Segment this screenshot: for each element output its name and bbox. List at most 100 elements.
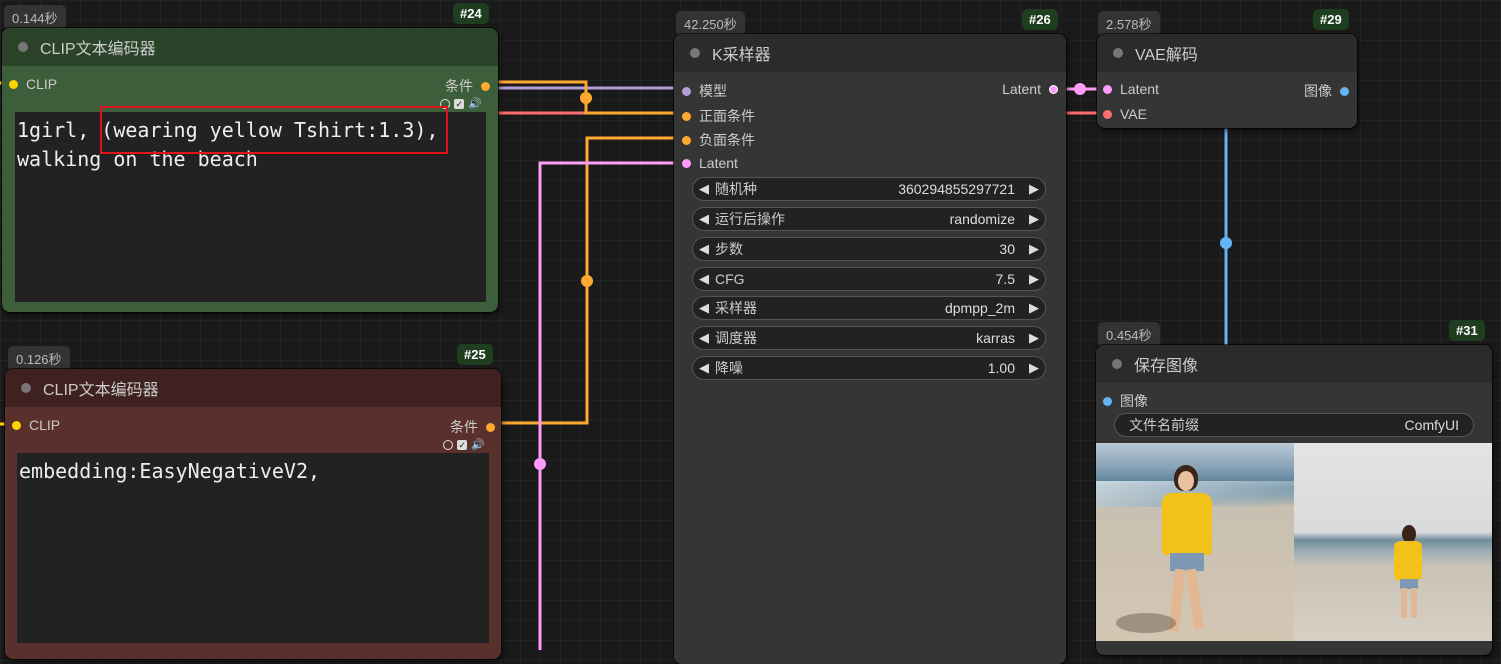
node25-output-conditioning[interactable]: 条件	[450, 417, 495, 437]
circle-icon[interactable]	[443, 439, 454, 450]
node29-id-badge: #29	[1313, 9, 1349, 30]
node25-output-label: 条件	[450, 419, 478, 435]
collapse-dot-icon[interactable]	[690, 48, 700, 58]
widget-steps[interactable]: ◀ 步数 30 ▶	[692, 237, 1046, 261]
node31-time-badge: 0.454秒	[1098, 322, 1160, 347]
output-image-preview-1[interactable]	[1096, 443, 1294, 641]
node29-input-vae[interactable]: VAE	[1103, 106, 1147, 122]
increment-arrow-icon[interactable]: ▶	[1023, 271, 1045, 287]
clip-slot-dot-icon[interactable]	[9, 79, 18, 89]
node-ksampler[interactable]: K采样器 模型 正面条件 负面条件 Latent Latent ◀ 随机种 36…	[674, 34, 1066, 664]
increment-arrow-icon[interactable]: ▶	[1023, 330, 1045, 346]
node31-input-label: 图像	[1120, 393, 1148, 409]
node29-output-image[interactable]: 图像	[1304, 81, 1349, 101]
figure-shirt	[1394, 541, 1422, 581]
decrement-arrow-icon[interactable]: ◀	[693, 330, 715, 346]
node24-output-label: 条件	[445, 78, 473, 94]
widget-scheduler[interactable]: ◀ 调度器 karras ▶	[692, 326, 1046, 350]
widget-control-after-generate[interactable]: ◀ 运行后操作 randomize ▶	[692, 207, 1046, 231]
node24-header[interactable]: CLIP文本编码器	[2, 28, 498, 66]
node-clip-text-encode-positive[interactable]: CLIP文本编码器 CLIP 条件 ✓ 🔊 1girl, (wearing ye…	[2, 28, 498, 312]
figure-shadow	[1116, 613, 1176, 633]
widget-value[interactable]: 7.5	[996, 271, 1015, 287]
node24-output-conditioning[interactable]: 条件	[445, 76, 490, 96]
node26-input-label: Latent	[699, 155, 738, 171]
widget-label: 调度器	[715, 330, 757, 346]
latent-slot-dot-icon[interactable]	[682, 158, 691, 168]
node-clip-text-encode-negative[interactable]: CLIP文本编码器 CLIP 条件 ✓ 🔊 embedding:EasyNega…	[5, 369, 501, 659]
speaker-icon[interactable]: 🔊	[471, 438, 485, 451]
widget-sampler[interactable]: ◀ 采样器 dpmpp_2m ▶	[692, 296, 1046, 320]
widget-label: 步数	[715, 241, 743, 257]
decrement-arrow-icon[interactable]: ◀	[693, 211, 715, 227]
checkbox-icon[interactable]: ✓	[457, 439, 468, 450]
checkbox-icon[interactable]: ✓	[454, 98, 465, 109]
decrement-arrow-icon[interactable]: ◀	[693, 241, 715, 257]
collapse-dot-icon[interactable]	[1112, 359, 1122, 369]
node29-input-latent[interactable]: Latent	[1103, 81, 1159, 97]
node26-input-negative[interactable]: 负面条件	[682, 130, 755, 150]
wire-reroute-dot	[534, 458, 546, 470]
conditioning-slot-dot-icon[interactable]	[682, 135, 691, 145]
vae-slot-dot-icon[interactable]	[1103, 109, 1112, 119]
node25-input-clip[interactable]: CLIP	[12, 417, 60, 433]
conditioning-slot-dot-icon[interactable]	[682, 111, 691, 121]
node-save-image[interactable]: 保存图像 图像 文件名前缀 ComfyUI	[1096, 345, 1492, 655]
node26-header[interactable]: K采样器	[674, 34, 1066, 72]
widget-value[interactable]: 360294855297721	[898, 181, 1015, 197]
increment-arrow-icon[interactable]: ▶	[1023, 181, 1045, 197]
node25-id-badge: #25	[457, 344, 493, 365]
wire-positive	[490, 80, 682, 115]
decrement-arrow-icon[interactable]: ◀	[693, 181, 715, 197]
node26-time-badge: 42.250秒	[676, 11, 745, 36]
decrement-arrow-icon[interactable]: ◀	[693, 271, 715, 287]
increment-arrow-icon[interactable]: ▶	[1023, 211, 1045, 227]
collapse-dot-icon[interactable]	[21, 383, 31, 393]
node31-input-image[interactable]: 图像	[1103, 391, 1148, 411]
widget-filename-prefix[interactable]: 文件名前缀 ComfyUI	[1114, 413, 1474, 437]
decrement-arrow-icon[interactable]: ◀	[693, 360, 715, 376]
node26-output-latent[interactable]: Latent	[1002, 81, 1058, 97]
node25-input-label: CLIP	[29, 417, 61, 433]
collapse-dot-icon[interactable]	[1113, 48, 1123, 58]
latent-slot-dot-icon[interactable]	[1049, 84, 1058, 94]
conditioning-slot-dot-icon[interactable]	[481, 81, 490, 91]
widget-value[interactable]: karras	[976, 330, 1015, 346]
latent-slot-dot-icon[interactable]	[1103, 84, 1112, 94]
node26-input-positive[interactable]: 正面条件	[682, 106, 755, 126]
conditioning-slot-dot-icon[interactable]	[486, 422, 495, 432]
node26-input-latent[interactable]: Latent	[682, 155, 738, 171]
node25-header[interactable]: CLIP文本编码器	[5, 369, 501, 407]
increment-arrow-icon[interactable]: ▶	[1023, 360, 1045, 376]
node25-prompt-textarea[interactable]: embedding:EasyNegativeV2,	[17, 453, 489, 643]
clip-slot-dot-icon[interactable]	[12, 420, 21, 430]
node29-header[interactable]: VAE解码	[1097, 34, 1357, 72]
increment-arrow-icon[interactable]: ▶	[1023, 241, 1045, 257]
widget-value[interactable]: ComfyUI	[1405, 417, 1459, 433]
increment-arrow-icon[interactable]: ▶	[1023, 300, 1045, 316]
figure-face	[1178, 471, 1194, 491]
widget-value[interactable]: 30	[999, 241, 1015, 257]
widget-value[interactable]: randomize	[950, 211, 1015, 227]
widget-denoise[interactable]: ◀ 降噪 1.00 ▶	[692, 356, 1046, 380]
speaker-icon[interactable]: 🔊	[468, 97, 482, 110]
node24-input-clip[interactable]: CLIP	[9, 76, 57, 92]
widget-cfg[interactable]: ◀ CFG 7.5 ▶	[692, 267, 1046, 291]
node26-input-label: 正面条件	[699, 108, 755, 124]
node31-header[interactable]: 保存图像	[1096, 345, 1492, 383]
node26-input-model[interactable]: 模型	[682, 81, 727, 101]
node24-title: CLIP文本编码器	[40, 41, 156, 58]
widget-value[interactable]: dpmpp_2m	[945, 300, 1015, 316]
node29-title: VAE解码	[1135, 47, 1198, 64]
collapse-dot-icon[interactable]	[18, 42, 28, 52]
image-slot-dot-icon[interactable]	[1103, 396, 1112, 406]
output-image-preview-2[interactable]	[1294, 443, 1492, 641]
widget-value[interactable]: 1.00	[988, 360, 1015, 376]
decrement-arrow-icon[interactable]: ◀	[693, 300, 715, 316]
widget-seed[interactable]: ◀ 随机种 360294855297721 ▶	[692, 177, 1046, 201]
node25-time-badge: 0.126秒	[8, 346, 70, 371]
model-slot-dot-icon[interactable]	[682, 86, 691, 96]
image-slot-dot-icon[interactable]	[1340, 86, 1349, 96]
wire-reroute-dot	[1074, 83, 1086, 95]
node-vae-decode[interactable]: VAE解码 Latent VAE 图像	[1097, 34, 1357, 128]
